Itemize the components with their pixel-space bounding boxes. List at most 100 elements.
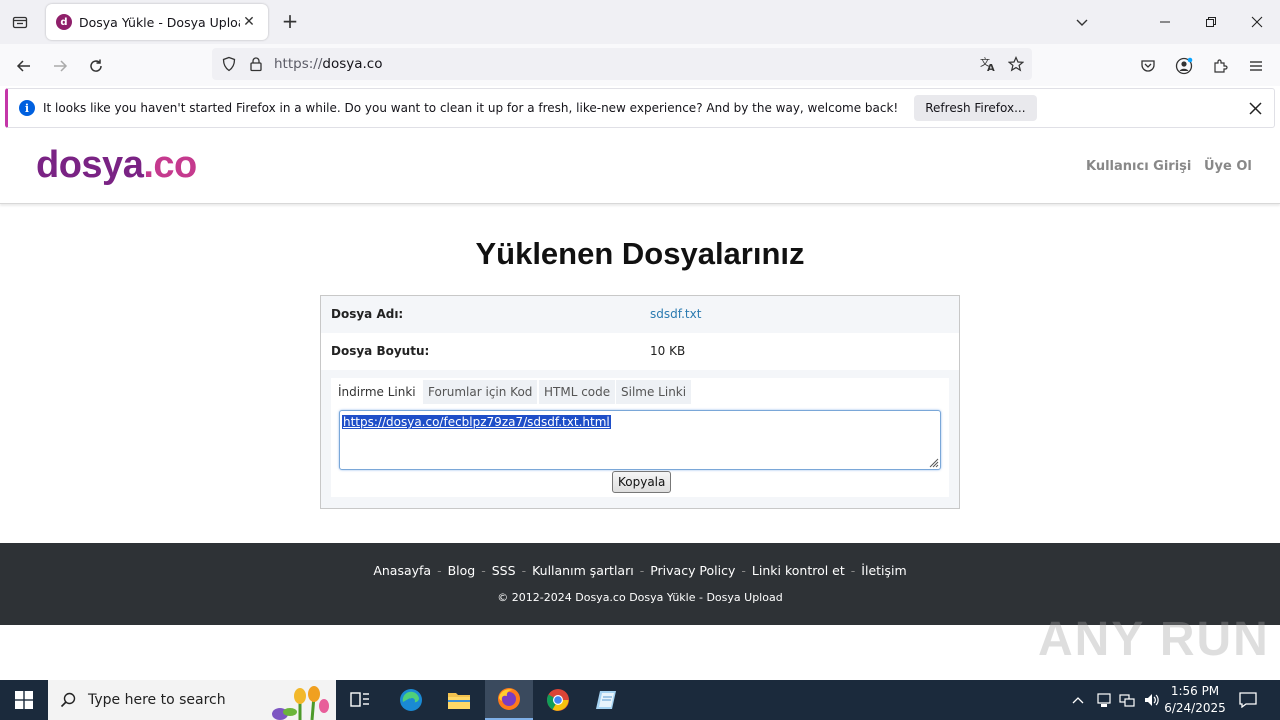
account-icon — [1175, 57, 1193, 75]
taskbar-firefox[interactable] — [485, 680, 533, 720]
clock-time: 1:56 PM — [1170, 684, 1220, 698]
footer-copyright: © 2012-2024 Dosya.co Dosya Yükle - Dosya… — [497, 591, 783, 604]
signup-link[interactable]: Üye Ol — [1204, 159, 1252, 174]
translate-icon[interactable]: 文A — [976, 52, 1000, 76]
search-icon — [60, 692, 76, 708]
refresh-firefox-notification: i It looks like you haven't started Fire… — [5, 88, 1275, 128]
taskbar-file-explorer[interactable] — [435, 680, 483, 720]
footer-separator: - — [850, 563, 856, 578]
windows-logo-icon — [15, 691, 33, 709]
site-logo[interactable]: dosya.co — [36, 144, 197, 187]
back-button[interactable] — [10, 52, 38, 80]
footer-separator: - — [481, 563, 486, 578]
notification-text: It looks like you haven't started Firefo… — [43, 101, 899, 115]
download-link-textarea[interactable]: https://dosya.co/fecblpz79za7/sdsdf.txt.… — [339, 410, 941, 470]
footer-link-privacy[interactable]: Privacy Policy — [650, 563, 735, 578]
tray-device-icon[interactable] — [1094, 680, 1114, 720]
footer-link-home[interactable]: Anasayfa — [373, 563, 431, 578]
link-tabs-container: İndirme Linki Forumlar için Kod HTML cod… — [331, 378, 949, 497]
taskbar-clock[interactable]: 1:56 PM 6/24/2025 — [1162, 683, 1228, 717]
tab-title: Dosya Yükle - Dosya Upload — [79, 14, 240, 30]
url-text[interactable]: https://dosya.co — [274, 56, 383, 72]
notification-close-button[interactable] — [1246, 99, 1264, 117]
pocket-button[interactable] — [1134, 52, 1162, 80]
taskbar-edge[interactable] — [387, 680, 435, 720]
taskbar-notepad-app[interactable] — [583, 680, 631, 720]
notification-icon — [1239, 692, 1257, 708]
hamburger-menu-icon — [1250, 61, 1262, 71]
file-size-label: Dosya Boyutu: — [331, 344, 430, 358]
footer-link-terms[interactable]: Kullanım şartları — [532, 563, 634, 578]
tab-download-link[interactable]: İndirme Linki — [333, 380, 421, 404]
show-hidden-icons-button[interactable] — [1068, 680, 1088, 720]
network-button[interactable] — [1117, 680, 1137, 720]
tab-close-icon[interactable]: ✕ — [240, 13, 258, 31]
navigation-toolbar: https://dosya.co 文A — [0, 44, 1280, 86]
tab-html-code[interactable]: HTML code — [539, 380, 616, 404]
notepad-icon — [596, 691, 616, 709]
file-size-value: 10 KB — [650, 344, 686, 358]
footer-link-faq[interactable]: SSS — [492, 563, 516, 578]
file-name-link[interactable]: sdsdf.txt — [650, 307, 701, 321]
footer-links: Anasayfa - Blog - SSS - Kullanım şartları - Priv… — [0, 563, 1280, 578]
firefox-icon — [498, 688, 520, 710]
footer-separator: - — [639, 563, 645, 578]
info-icon: i — [19, 100, 35, 116]
chevron-down-icon — [1076, 19, 1088, 26]
bookmark-star-icon[interactable] — [1004, 52, 1028, 76]
restore-button[interactable] — [1197, 8, 1225, 36]
footer-link-check[interactable]: Linki kontrol et — [752, 563, 845, 578]
close-window-button[interactable] — [1243, 8, 1271, 36]
tab-bar: d Dosya Yükle - Dosya Upload ✕ + — [0, 0, 1280, 44]
reload-icon — [90, 59, 102, 72]
footer-link-contact[interactable]: İletişim — [861, 563, 906, 578]
reload-button[interactable] — [82, 52, 110, 80]
login-link[interactable]: Kullanıcı Girişi — [1086, 159, 1191, 174]
volume-button[interactable] — [1141, 680, 1161, 720]
new-tab-button[interactable]: + — [279, 11, 301, 33]
edge-icon — [400, 689, 422, 711]
close-icon — [1251, 16, 1263, 28]
tab-delete-link[interactable]: Silme Linki — [616, 380, 692, 404]
extensions-button[interactable] — [1206, 52, 1234, 80]
chrome-icon — [547, 689, 569, 711]
list-all-tabs-button[interactable] — [1068, 8, 1096, 36]
download-link-text: https://dosya.co/fecblpz79za7/sdsdf.txt.… — [342, 415, 611, 429]
app-menu-button[interactable] — [1242, 52, 1270, 80]
speaker-icon — [1145, 694, 1159, 706]
taskbar-chrome[interactable] — [534, 680, 582, 720]
anyrun-watermark: ANY RUN — [1038, 613, 1270, 666]
footer-separator: - — [437, 563, 442, 578]
refresh-firefox-button[interactable]: Refresh Firefox... — [914, 95, 1037, 121]
taskbar-search-box[interactable]: Type here to search — [48, 680, 336, 720]
browser-tab-active[interactable]: d Dosya Yükle - Dosya Upload ✕ — [46, 4, 268, 40]
forward-button[interactable] — [46, 52, 74, 80]
chevron-up-icon — [1072, 697, 1084, 704]
address-bar[interactable]: https://dosya.co 文A — [212, 48, 1032, 80]
url-host: dosya.co — [322, 56, 383, 72]
footer-separator: - — [521, 563, 527, 578]
resize-grip-icon[interactable] — [927, 456, 939, 468]
link-tabs-area: İndirme Linki Forumlar için Kod HTML cod… — [321, 370, 959, 508]
minimize-icon — [1160, 21, 1170, 23]
footer-separator: - — [741, 563, 746, 578]
puzzle-icon — [1214, 59, 1228, 73]
tracking-protection-shield-icon[interactable] — [217, 52, 241, 76]
account-button[interactable] — [1170, 52, 1198, 80]
lock-icon[interactable] — [244, 52, 268, 76]
page-title: Yüklenen Dosyalarınız — [475, 236, 805, 271]
tab-list-button[interactable] — [8, 10, 32, 34]
logo-main-text: dosya — [36, 144, 144, 186]
notification-center-button[interactable] — [1234, 680, 1262, 720]
close-icon — [1248, 101, 1262, 115]
copy-button[interactable]: Kopyala — [612, 471, 672, 493]
footer-link-blog[interactable]: Blog — [448, 563, 476, 578]
file-size-row: Dosya Boyutu: 10 KB — [321, 333, 959, 370]
forward-arrow-icon — [54, 60, 68, 72]
minimize-button[interactable] — [1151, 8, 1179, 36]
task-view-button[interactable] — [336, 680, 384, 720]
tulips-decoration-icon — [272, 686, 329, 720]
start-button[interactable] — [0, 680, 48, 720]
logo-domain-text: .co — [143, 144, 197, 186]
tab-forum-code[interactable]: Forumlar için Kod — [423, 380, 538, 404]
